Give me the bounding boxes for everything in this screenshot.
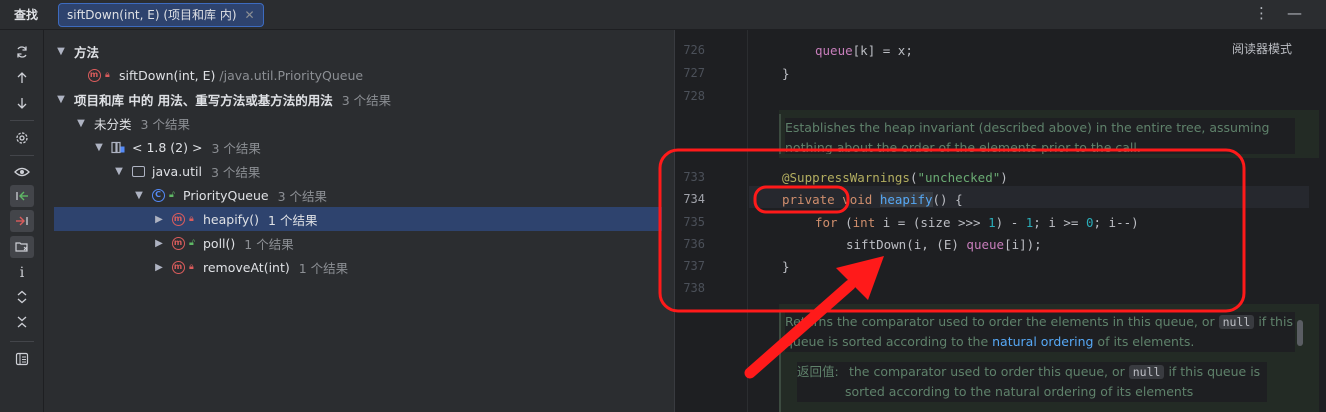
tree-node-target-method[interactable]: m 🔒︎ siftDown(int, E) /java.util.Priorit… xyxy=(82,63,662,87)
code-line: for (int i = (size >>> 1) - 1; i >= 0; i… xyxy=(815,215,1139,230)
arrow-down-icon[interactable] xyxy=(10,92,34,114)
code-line: } xyxy=(782,66,790,81)
line-number: 734 xyxy=(683,192,705,206)
line-number: 727 xyxy=(683,66,705,80)
tree-node-label: 未分类 xyxy=(94,116,132,132)
tree-node-jdk[interactable]: ▼ < 1.8 (2) > 3 个结果 xyxy=(92,135,662,159)
result-count: 3 个结果 xyxy=(140,116,190,132)
find-toolwindow-header: 查找 siftDown(int, E) (项目和库 内) ✕ ⋮ — xyxy=(0,0,1326,30)
lock-icon: 🔒︎ xyxy=(189,214,194,224)
chevron-down-icon[interactable]: ▼ xyxy=(74,118,88,129)
tree-node-class[interactable]: ▼ C 🔓︎ PriorityQueue 3 个结果 xyxy=(132,183,662,207)
find-toolbar: i xyxy=(0,30,44,412)
gear-icon[interactable] xyxy=(10,127,34,149)
tree-node-methods[interactable]: ▼ 方法 xyxy=(54,39,662,63)
chevron-down-icon[interactable]: ▼ xyxy=(112,166,126,177)
javadoc-heapify: Establishes the heap invariant (describe… xyxy=(785,118,1295,154)
chevron-down-icon[interactable]: ▼ xyxy=(92,142,106,153)
collapse-all-icon[interactable] xyxy=(10,311,34,333)
line-number: 737 xyxy=(683,259,705,273)
tree-node-uncategorized[interactable]: ▼ 未分类 3 个结果 xyxy=(74,111,662,135)
vertical-scrollbar[interactable] xyxy=(1297,320,1303,346)
line-number: 733 xyxy=(683,170,705,184)
result-count: 3 个结果 xyxy=(211,140,261,156)
tree-node-package[interactable]: ▼ java.util 3 个结果 xyxy=(112,159,662,183)
tree-node-label: removeAt(int) xyxy=(203,259,290,275)
find-title: 查找 xyxy=(14,8,39,22)
line-number: 736 xyxy=(683,237,705,251)
package-icon xyxy=(130,164,146,178)
result-count: 1 个结果 xyxy=(268,212,318,228)
javadoc-comparator: Returns the comparator used to order the… xyxy=(785,312,1295,352)
unlock-icon: 🔓︎ xyxy=(169,190,175,200)
chevron-right-icon[interactable]: ▶ xyxy=(152,262,166,273)
preview-panel-icon[interactable] xyxy=(10,348,34,370)
tree-node-usage-heapify[interactable]: ▶ m 🔒︎ heapify() 1 个结果 xyxy=(54,207,662,231)
tree-node-path: /java.util.PriorityQueue xyxy=(219,67,364,83)
line-number: 738 xyxy=(683,281,705,295)
tree-node-label: < 1.8 (2) > xyxy=(132,139,203,155)
usages-tree: ▼ 方法 m 🔒︎ siftDown(int, E) /java.util.Pr… xyxy=(44,30,674,412)
method-icon: m xyxy=(170,260,186,274)
result-count: 3 个结果 xyxy=(210,164,261,180)
result-count: 3 个结果 xyxy=(277,188,327,204)
tree-node-label: PriorityQueue xyxy=(183,187,269,203)
chevron-down-icon[interactable]: ▼ xyxy=(132,190,146,201)
chevron-down-icon[interactable]: ▼ xyxy=(54,94,68,105)
tree-node-usage-removeat[interactable]: ▶ m 🔒︎ removeAt(int) 1 个结果 xyxy=(152,255,662,279)
line-number: 735 xyxy=(683,215,705,229)
show-write-access-icon[interactable] xyxy=(10,210,34,232)
result-count: 1 个结果 xyxy=(244,236,294,252)
tree-node-label: 项目和库 中的 用法、重写方法或基方法的用法 xyxy=(74,92,333,108)
unlock-icon: 🔓︎ xyxy=(189,238,195,248)
lock-icon: 🔒︎ xyxy=(189,262,194,272)
chevron-right-icon[interactable]: ▶ xyxy=(152,214,166,225)
method-icon: m xyxy=(170,236,186,250)
method-icon: m xyxy=(170,212,186,226)
rerun-icon[interactable] xyxy=(10,41,34,63)
eye-icon[interactable] xyxy=(10,161,34,183)
tab-label: siftDown(int, E) (项目和库 内) xyxy=(67,8,237,22)
minimize-icon[interactable]: — xyxy=(1287,4,1302,22)
result-count: 1 个结果 xyxy=(298,260,349,276)
tree-node-usage-poll[interactable]: ▶ m 🔓︎ poll() 1 个结果 xyxy=(152,231,662,255)
code-line: } xyxy=(782,259,790,274)
tree-node-label: poll() xyxy=(203,235,236,251)
method-icon: m xyxy=(86,68,102,82)
tree-node-label: heapify() xyxy=(203,211,260,227)
line-number: 728 xyxy=(683,89,705,103)
close-icon[interactable]: ✕ xyxy=(245,8,255,22)
class-icon: C xyxy=(150,188,166,202)
code-line: private void heapify() { xyxy=(782,192,963,207)
info-icon[interactable]: i xyxy=(10,262,34,284)
find-results-tab[interactable]: siftDown(int, E) (项目和库 内) ✕ xyxy=(58,2,264,27)
tree-node-label: siftDown(int, E) xyxy=(119,67,216,83)
code-line: siftDown(i, (E) queue[i]); xyxy=(846,237,1042,252)
expand-all-icon[interactable] xyxy=(10,286,34,308)
more-options-icon[interactable]: ⋮ xyxy=(1254,4,1269,22)
tree-node-label: java.util xyxy=(152,163,202,179)
library-icon xyxy=(110,140,126,154)
result-count: 3 个结果 xyxy=(341,92,392,108)
tree-node-label: 方法 xyxy=(74,44,100,60)
group-by-directory-icon[interactable] xyxy=(10,236,34,258)
code-line: @SuppressWarnings("unchecked") xyxy=(782,170,1008,185)
javadoc-returns: 返回值: the comparator used to order this q… xyxy=(797,362,1267,402)
arrow-up-icon[interactable] xyxy=(10,67,34,89)
natural-ordering-link[interactable]: natural ordering xyxy=(992,334,1093,349)
tree-node-usages[interactable]: ▼ 项目和库 中的 用法、重写方法或基方法的用法 3 个结果 xyxy=(54,87,662,111)
code-preview[interactable]: 726 727 728 733 734 735 736 737 738 阅读器模… xyxy=(674,30,1326,412)
lock-icon: 🔒︎ xyxy=(105,70,110,80)
chevron-right-icon[interactable]: ▶ xyxy=(152,238,166,249)
chevron-down-icon[interactable]: ▼ xyxy=(54,46,68,57)
code-line: queue[k] = x; xyxy=(815,43,913,58)
reader-mode-button[interactable]: 阅读器模式 xyxy=(1232,40,1292,57)
show-read-access-icon[interactable] xyxy=(10,185,34,207)
line-number: 726 xyxy=(683,43,705,57)
